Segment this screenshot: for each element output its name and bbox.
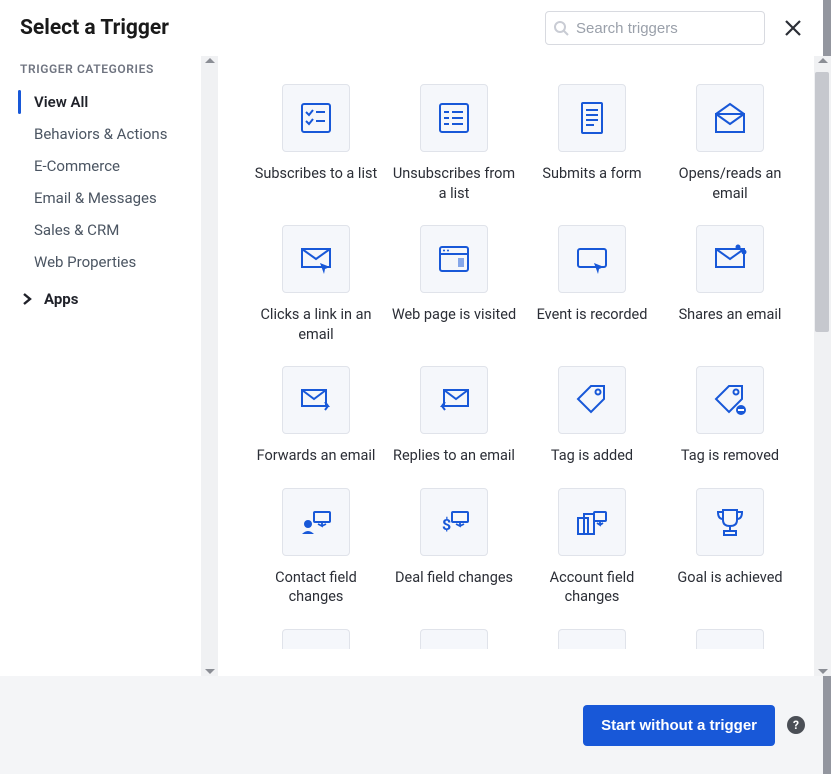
modal-title: Select a Trigger: [20, 16, 169, 40]
trigger-box-peek: [420, 629, 488, 649]
trigger-selection-modal: Select a Trigger TRIGGER CATE: [0, 0, 831, 774]
scroll-up-icon: [818, 58, 828, 63]
trigger-item[interactable]: Tag is removed: [666, 366, 794, 466]
modal-footer: Start without a trigger ?: [0, 676, 831, 774]
trigger-label: Subscribes to a list: [255, 164, 377, 184]
checklist-icon: [282, 84, 350, 152]
trigger-label: Forwards an email: [257, 446, 376, 466]
trigger-label: Clicks a link in an email: [252, 305, 380, 344]
trigger-label: Unsubscribes from a list: [390, 164, 518, 203]
checklist-dash-icon: [420, 84, 488, 152]
trigger-item[interactable]: Deal field changes: [390, 488, 518, 607]
deal-field-icon: [420, 488, 488, 556]
trigger-box-peek: [558, 629, 626, 649]
trigger-item[interactable]: Clicks a link in an email: [252, 225, 380, 344]
help-icon[interactable]: ?: [787, 716, 805, 734]
envelope-share-icon: [696, 225, 764, 293]
category-web-properties[interactable]: Web Properties: [0, 246, 218, 278]
trigger-item[interactable]: Subscribes to a list: [252, 84, 380, 203]
trigger-label: Event is recorded: [537, 305, 648, 325]
envelope-open-icon: [696, 84, 764, 152]
trigger-item[interactable]: Web page is visited: [390, 225, 518, 344]
trigger-label: Contact field changes: [252, 568, 380, 607]
trigger-box-peek: [282, 629, 350, 649]
trigger-item[interactable]: Goal is achieved: [666, 488, 794, 607]
main-scrollbar[interactable]: [814, 56, 831, 676]
header-controls: [545, 11, 819, 45]
category-label: Email & Messages: [34, 189, 157, 207]
trigger-scroll[interactable]: Subscribes to a list Unsubscribes from a …: [218, 56, 814, 676]
tag-remove-icon: [696, 366, 764, 434]
trigger-grid: Subscribes to a list Unsubscribes from a …: [252, 84, 792, 649]
trigger-panel: Subscribes to a list Unsubscribes from a …: [218, 56, 831, 676]
trigger-label: Tag is added: [551, 446, 633, 466]
trigger-label: Submits a form: [542, 164, 641, 184]
document-icon: [558, 84, 626, 152]
category-list: View All Behaviors & Actions E-Commerce …: [0, 86, 218, 278]
trigger-item[interactable]: Account field changes: [528, 488, 656, 607]
trigger-label: Shares an email: [679, 305, 782, 325]
search-field-wrap: [545, 11, 765, 45]
apps-label: Apps: [44, 290, 78, 308]
sidebar-scrollbar[interactable]: [201, 56, 218, 676]
trigger-item[interactable]: Contact field changes: [252, 488, 380, 607]
category-ecommerce[interactable]: E-Commerce: [0, 150, 218, 182]
trigger-item[interactable]: Replies to an email: [390, 366, 518, 466]
trigger-item[interactable]: Tag is added: [528, 366, 656, 466]
scrollbar-thumb[interactable]: [815, 72, 829, 332]
close-button[interactable]: [779, 14, 807, 42]
modal-header: Select a Trigger: [0, 0, 831, 56]
trigger-label: Account field changes: [528, 568, 656, 607]
category-behaviors-actions[interactable]: Behaviors & Actions: [0, 118, 218, 150]
trigger-label: Goal is achieved: [677, 568, 782, 588]
trigger-box-peek: [696, 629, 764, 649]
category-label: Web Properties: [34, 253, 136, 271]
contact-field-icon: [282, 488, 350, 556]
trigger-item[interactable]: Submits a form: [528, 84, 656, 203]
scroll-up-icon: [205, 58, 215, 63]
envelope-cursor-icon: [282, 225, 350, 293]
trophy-icon: [696, 488, 764, 556]
sidebar-apps[interactable]: Apps: [0, 278, 218, 315]
envelope-reply-icon: [420, 366, 488, 434]
category-view-all[interactable]: View All: [0, 86, 218, 118]
category-sales-crm[interactable]: Sales & CRM: [0, 214, 218, 246]
scroll-down-icon: [818, 669, 828, 674]
scroll-down-icon: [205, 669, 215, 674]
trigger-label: Opens/reads an email: [666, 164, 794, 203]
sidebar: TRIGGER CATEGORIES View All Behaviors & …: [0, 56, 218, 676]
trigger-item[interactable]: Unsubscribes from a list: [390, 84, 518, 203]
chevron-right-icon: [20, 292, 34, 306]
sidebar-heading: TRIGGER CATEGORIES: [0, 62, 218, 86]
search-input[interactable]: [545, 11, 765, 45]
trigger-label: Tag is removed: [681, 446, 779, 466]
tag-icon: [558, 366, 626, 434]
trigger-item[interactable]: Event is recorded: [528, 225, 656, 344]
trigger-item[interactable]: Forwards an email: [252, 366, 380, 466]
trigger-item[interactable]: Shares an email: [666, 225, 794, 344]
start-without-trigger-button[interactable]: Start without a trigger: [583, 705, 775, 746]
category-label: View All: [34, 93, 88, 111]
category-email-messages[interactable]: Email & Messages: [0, 182, 218, 214]
search-icon: [553, 20, 569, 36]
category-label: Behaviors & Actions: [34, 125, 167, 143]
trigger-label: Deal field changes: [395, 568, 513, 588]
trigger-label: Web page is visited: [392, 305, 516, 325]
trigger-label: Replies to an email: [393, 446, 515, 466]
trigger-item[interactable]: Opens/reads an email: [666, 84, 794, 203]
browser-icon: [420, 225, 488, 293]
account-field-icon: [558, 488, 626, 556]
envelope-forward-icon: [282, 366, 350, 434]
category-label: E-Commerce: [34, 157, 120, 175]
modal-body: TRIGGER CATEGORIES View All Behaviors & …: [0, 56, 831, 676]
record-play-icon: [558, 225, 626, 293]
category-label: Sales & CRM: [34, 221, 119, 239]
